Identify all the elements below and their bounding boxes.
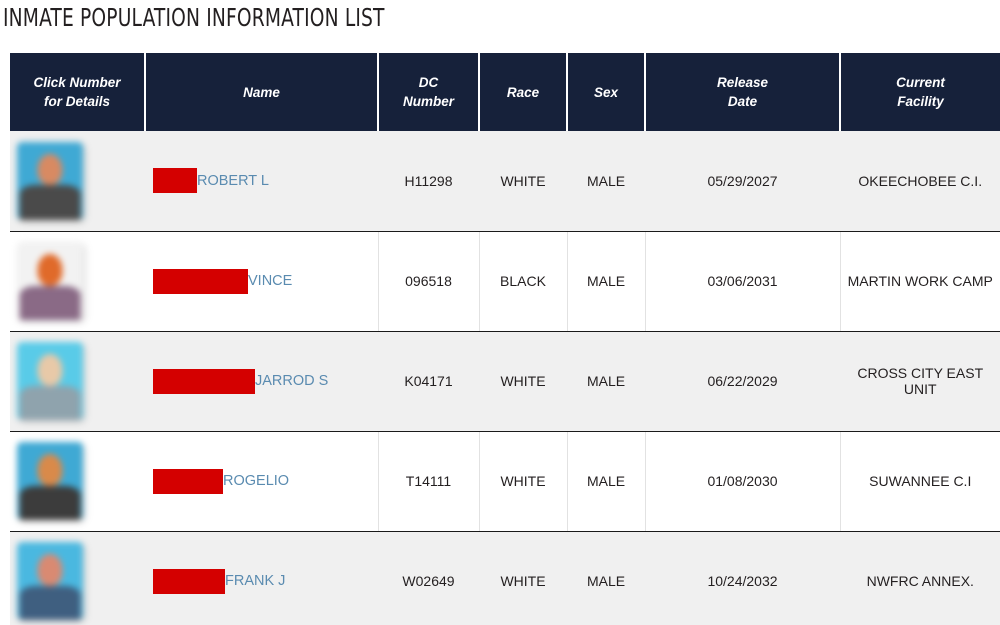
column-header-sex[interactable]: Sex: [567, 53, 646, 131]
redaction-box: [153, 268, 248, 294]
inmate-release-date-cell: 05/29/2027: [645, 131, 840, 232]
inmate-release-date-cell: 10/24/2032: [645, 531, 840, 625]
table-header-row: Click Number for Details Name DC Number …: [10, 53, 1000, 131]
inmate-photo-cell[interactable]: [10, 531, 145, 625]
name-cell-content: VINCE: [145, 268, 372, 294]
inmate-name-link[interactable]: JARROD S: [255, 373, 328, 389]
inmate-name-cell[interactable]: ROBERT L: [145, 131, 378, 232]
column-header-release-line2: Date: [727, 94, 758, 109]
inmate-race-cell: WHITE: [479, 131, 567, 232]
inmate-photo-cell[interactable]: [10, 431, 145, 532]
redaction-box: [153, 368, 255, 394]
name-cell-content: ROBERT L: [145, 168, 372, 194]
name-cell-content: ROGELIO: [145, 468, 372, 494]
inmate-dc-number-cell: T14111: [378, 431, 480, 532]
inmate-dc-number-cell: 096518: [378, 231, 480, 332]
inmate-sex-cell: MALE: [567, 131, 645, 232]
inmate-dc-number-cell: K04171: [378, 331, 479, 432]
inmate-facility-cell: MARTIN WORK CAMP: [840, 231, 1000, 332]
redaction-box: [153, 468, 223, 494]
inmate-dc-number-cell: W02649: [378, 531, 479, 625]
column-header-release-line1: Release: [716, 75, 769, 90]
name-cell-content: FRANK J: [145, 568, 372, 594]
photo-torso-shape: [19, 485, 81, 520]
inmate-photo-thumbnail[interactable]: [17, 442, 83, 520]
column-header-dc-line1: DC: [418, 75, 439, 90]
inmate-race-cell: WHITE: [479, 331, 567, 432]
inmate-dc-number-cell: H11298: [378, 131, 479, 232]
inmate-photo-cell[interactable]: [10, 231, 145, 332]
photo-head-shape: [37, 354, 63, 386]
inmate-name-cell[interactable]: FRANK J: [145, 531, 378, 625]
column-header-race[interactable]: Race: [479, 53, 568, 131]
inmate-facility-cell: NWFRC ANNEX.: [840, 531, 1000, 625]
inmate-photo-thumbnail[interactable]: [17, 141, 83, 220]
table-row[interactable]: ROGELIO T14111 WHITE MALE 01/08/2030 SUWANNEE…: [10, 431, 1000, 532]
photo-torso-shape: [19, 385, 81, 420]
table-body: ROBERT L H11298 WHITE MALE 05/29/2027 OKEECHO…: [10, 131, 1000, 625]
inmate-facility-cell: CROSS CITY EAST UNIT: [840, 331, 1000, 432]
table-row[interactable]: JARROD S K04171 WHITE MALE 06/22/2029 CROSS C…: [10, 331, 1000, 432]
photo-head-shape: [37, 154, 63, 186]
column-header-photo-line1: Click Number: [33, 75, 121, 90]
inmate-photo-thumbnail[interactable]: [17, 242, 83, 320]
column-header-photo[interactable]: Click Number for Details: [10, 53, 146, 131]
inmate-name-link[interactable]: ROBERT L: [197, 173, 269, 189]
inmate-release-date-cell: 01/08/2030: [645, 431, 841, 532]
inmate-photo-cell[interactable]: [10, 131, 145, 232]
photo-torso-shape: [19, 285, 81, 320]
column-header-name-line1: Name: [243, 84, 280, 100]
inmate-name-link[interactable]: VINCE: [248, 273, 292, 289]
column-header-release-date[interactable]: Release Date: [645, 53, 841, 131]
inmate-photo-cell[interactable]: [10, 331, 145, 432]
inmate-name-cell[interactable]: JARROD S: [145, 331, 378, 432]
inmate-facility-cell: OKEECHOBEE C.I.: [840, 131, 1000, 232]
column-header-sex-line1: Sex: [593, 84, 619, 100]
inmate-table: Click Number for Details Name DC Number …: [10, 53, 1000, 625]
page-title: INMATE POPULATION INFORMATION LIST: [3, 3, 385, 32]
inmate-facility-cell: SUWANNEE C.I: [840, 431, 1000, 532]
inmate-table-container: Click Number for Details Name DC Number …: [10, 53, 1000, 625]
inmate-release-date-cell: 06/22/2029: [645, 331, 840, 432]
table-header: Click Number for Details Name DC Number …: [10, 53, 1000, 131]
column-header-current-facility[interactable]: Current Facility: [840, 53, 1000, 131]
column-header-dc-number[interactable]: DC Number: [378, 53, 480, 131]
photo-torso-shape: [19, 185, 81, 220]
inmate-name-link[interactable]: FRANK J: [225, 573, 285, 589]
column-header-facility-line2: Facility: [897, 94, 944, 109]
table-row[interactable]: FRANK J W02649 WHITE MALE 10/24/2032 NWFRC AN…: [10, 531, 1000, 625]
column-header-name[interactable]: Name: [145, 53, 379, 131]
inmate-race-cell: WHITE: [479, 431, 568, 532]
inmate-photo-thumbnail[interactable]: [17, 342, 83, 420]
inmate-sex-cell: MALE: [567, 331, 645, 432]
inmate-name-link[interactable]: ROGELIO: [223, 473, 289, 489]
inmate-sex-cell: MALE: [567, 431, 646, 532]
inmate-race-cell: BLACK: [479, 231, 568, 332]
inmate-race-cell: WHITE: [479, 531, 567, 625]
column-header-dc-line2: Number: [402, 94, 454, 109]
table-row[interactable]: ROBERT L H11298 WHITE MALE 05/29/2027 OKEECHO…: [10, 131, 1000, 232]
inmate-sex-cell: MALE: [567, 231, 646, 332]
photo-torso-shape: [19, 585, 81, 620]
redaction-box: [153, 168, 197, 194]
photo-head-shape: [37, 454, 63, 486]
inmate-name-cell[interactable]: VINCE: [145, 231, 379, 332]
inmate-release-date-cell: 03/06/2031: [645, 231, 841, 332]
photo-head-shape: [37, 254, 63, 286]
column-header-race-line1: Race: [506, 84, 540, 100]
redaction-box: [153, 568, 225, 594]
inmate-population-page: INMATE POPULATION INFORMATION LIST Click…: [0, 0, 1000, 625]
column-header-facility-line1: Current: [896, 75, 945, 90]
name-cell-content: JARROD S: [145, 368, 372, 394]
inmate-name-cell[interactable]: ROGELIO: [145, 431, 379, 532]
inmate-photo-thumbnail[interactable]: [17, 542, 83, 620]
inmate-sex-cell: MALE: [567, 531, 645, 625]
column-header-photo-line2: for Details: [43, 94, 111, 109]
table-row[interactable]: VINCE 096518 BLACK MALE 03/06/2031 MARTIN WOR…: [10, 231, 1000, 332]
photo-head-shape: [37, 554, 63, 586]
